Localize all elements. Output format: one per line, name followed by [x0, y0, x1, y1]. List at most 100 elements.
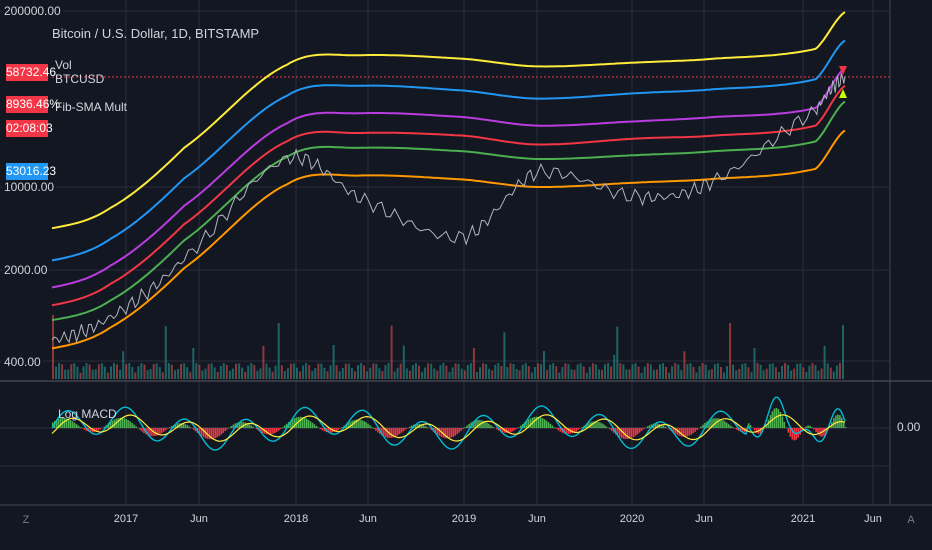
volume-bar: [61, 364, 64, 379]
macd-histogram-bar: [182, 423, 185, 428]
macd-histogram-bar: [188, 426, 191, 428]
macd-histogram-bar: [547, 422, 550, 428]
macd-histogram-bar: [630, 428, 633, 438]
indicator-label[interactable]: Fib-SMA Mult: [55, 100, 127, 114]
macd-histogram-bar: [373, 428, 375, 429]
macd-histogram-bar: [486, 422, 488, 428]
volume-bar: [506, 367, 509, 379]
macd-histogram-bar: [736, 428, 738, 430]
macd-histogram-bar: [371, 427, 373, 428]
volume-bar: [668, 372, 671, 379]
volume-bar: [482, 363, 485, 379]
macd-histogram-bar: [307, 419, 310, 428]
volume-bar: [814, 365, 817, 379]
macd-histogram-bar: [83, 428, 86, 430]
volume-bar: [491, 370, 494, 379]
volume-bar: [137, 366, 140, 379]
volume-bar: [720, 367, 722, 379]
macd-histogram-bar: [577, 428, 579, 430]
volume-bar: [372, 363, 375, 379]
volume-bar: [341, 368, 344, 379]
volume-bar: [533, 367, 536, 379]
volume-bar: [317, 363, 320, 379]
volume-bar: [811, 363, 814, 379]
volume-bar: [219, 365, 222, 379]
macd-histogram-bar: [680, 428, 683, 437]
macd-histogram-bar: [397, 428, 399, 436]
macd-histogram-bar: [248, 424, 250, 428]
macd-histogram-bar: [843, 421, 845, 428]
macd-histogram-bar: [555, 428, 558, 429]
zoom-reset-button[interactable]: Z: [17, 511, 35, 529]
volume-bar: [570, 369, 573, 379]
volume-bar: [823, 345, 826, 379]
volume-bar: [402, 345, 405, 379]
volume-bar: [549, 364, 552, 379]
volume-bar: [466, 364, 469, 379]
volume-bar: [222, 363, 225, 379]
volume-bar: [201, 370, 204, 379]
auto-scale-button[interactable]: A: [902, 511, 920, 529]
volume-bar: [537, 363, 539, 379]
volume-bar: [835, 365, 838, 379]
price-tick-400: 400.00: [2, 355, 43, 369]
volume-bar: [497, 363, 500, 379]
volume-bar: [274, 365, 277, 379]
vol-label[interactable]: Vol: [55, 58, 72, 72]
volume-bar: [598, 369, 600, 379]
macd-histogram-bar: [313, 424, 316, 428]
volume-bar: [555, 366, 558, 379]
macd-histogram-bar: [452, 428, 455, 437]
macd-histogram-bar: [121, 417, 123, 428]
macd-histogram-bar: [490, 425, 492, 428]
macd-histogram-bar: [214, 428, 217, 439]
macd-label[interactable]: Log MACD: [58, 407, 117, 421]
macd-histogram-bar: [541, 418, 544, 428]
volume-bar: [164, 326, 167, 379]
macd-histogram-bar: [155, 428, 157, 436]
volume-bar: [713, 364, 716, 379]
volume-bar: [110, 366, 112, 379]
volume-bar: [155, 363, 158, 379]
volume-bar: [161, 372, 164, 379]
macd-histogram-bar: [274, 428, 276, 433]
macd-histogram-bar: [793, 428, 796, 441]
symbol-label[interactable]: BTCUSD: [55, 72, 104, 86]
macd-histogram-bar: [133, 424, 135, 428]
macd-histogram-bar: [99, 428, 102, 430]
macd-histogram-bar: [303, 417, 306, 428]
time-tick-2020: 2020: [619, 513, 645, 525]
macd-histogram-bar: [553, 427, 556, 428]
volume-bar: [573, 369, 576, 379]
macd-histogram-bar: [730, 425, 732, 428]
macd-histogram-bar: [79, 427, 82, 428]
macd-histogram-bar: [73, 422, 76, 428]
macd-histogram-bar: [686, 428, 688, 437]
volume-bar: [283, 370, 286, 379]
change-pct-badge: 8936.46%: [6, 96, 61, 113]
macd-histogram-bar: [252, 426, 254, 428]
macd-histogram-bar: [135, 426, 137, 428]
volume-bar: [680, 369, 683, 379]
volume-bar: [585, 372, 588, 379]
volume-bar: [610, 366, 613, 379]
volume-bar: [116, 364, 118, 379]
volume-bar: [180, 364, 183, 379]
volume-bar: [564, 363, 567, 379]
macd-histogram-bar: [398, 428, 401, 434]
macd-histogram-bar: [71, 421, 74, 428]
volume-bar: [390, 325, 393, 379]
macd-histogram-bar: [845, 427, 847, 428]
macd-histogram-bar: [732, 427, 734, 428]
volume-bar: [213, 367, 216, 379]
price-series: [51, 73, 846, 344]
volume-bar: [418, 365, 420, 379]
volume-bar: [244, 371, 247, 379]
volume-bar: [646, 363, 649, 379]
volume-bar: [259, 368, 262, 379]
macd-histogram-bar: [222, 428, 225, 433]
volume-bar: [756, 363, 759, 379]
macd-histogram-bar: [163, 428, 165, 432]
volume-bar: [143, 364, 146, 379]
volume-bar: [119, 370, 122, 379]
